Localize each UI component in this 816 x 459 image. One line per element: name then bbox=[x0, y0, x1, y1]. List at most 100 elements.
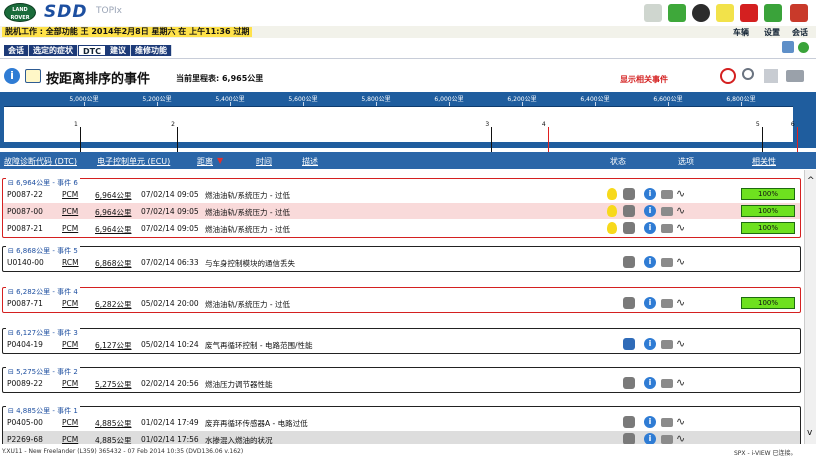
tab-dtc[interactable]: DTC bbox=[78, 45, 106, 56]
search-icon[interactable] bbox=[742, 68, 754, 80]
ecu-link[interactable]: PCM bbox=[62, 340, 78, 349]
distance-link[interactable]: 6,868公里 bbox=[95, 258, 131, 269]
help-tool-icon[interactable] bbox=[782, 41, 794, 53]
col-description[interactable]: 描述 bbox=[302, 156, 318, 167]
distance-link[interactable]: 6,282公里 bbox=[95, 299, 131, 310]
distance-link[interactable]: 6,127公里 bbox=[95, 340, 131, 351]
dtc-description: 与车身控制模块的通信丢失 bbox=[205, 259, 295, 268]
notes-icon[interactable] bbox=[716, 4, 734, 22]
stethoscope-icon[interactable]: ∿ bbox=[676, 337, 685, 350]
info-icon[interactable]: i bbox=[644, 205, 656, 217]
tab-repair-functions[interactable]: 维修功能 bbox=[131, 45, 172, 56]
dtc-description: 燃油油轨/系统压力 - 过低 bbox=[205, 208, 291, 217]
camera-icon[interactable] bbox=[661, 340, 673, 349]
timeline-event-marker[interactable] bbox=[177, 127, 179, 155]
filter-off-icon[interactable] bbox=[720, 68, 736, 84]
dtc-table-header: 故障诊断代码 (DTC) 电子控制单元 (ECU) 距离 ▼ 时间 描述 状态 … bbox=[0, 152, 816, 169]
dtc-row[interactable]: P2269-68 PCM 4,885公里 01/02/14 17:56 水掺混入燃油的状… bbox=[3, 431, 800, 444]
distance-link[interactable]: 6,964公里 bbox=[95, 224, 131, 235]
distance-link[interactable]: 4,885公里 bbox=[95, 418, 131, 429]
tool-icon[interactable] bbox=[668, 4, 686, 22]
info-icon[interactable]: i bbox=[4, 68, 20, 84]
dtc-description: 废气再循环控制 - 电路范围/性能 bbox=[205, 341, 313, 350]
vehicle-interface-icon[interactable] bbox=[692, 4, 710, 22]
timeline-event-marker[interactable] bbox=[80, 127, 81, 155]
info-icon[interactable]: i bbox=[644, 433, 656, 444]
camera-icon[interactable] bbox=[661, 379, 673, 388]
stethoscope-icon[interactable]: ∿ bbox=[676, 296, 685, 309]
menu-settings[interactable]: 设置 bbox=[764, 27, 780, 38]
col-time[interactable]: 时间 bbox=[256, 156, 272, 167]
camera-icon[interactable] bbox=[661, 207, 673, 216]
list-icon[interactable] bbox=[764, 69, 778, 83]
info-icon[interactable]: i bbox=[644, 377, 656, 389]
tab-recommendations[interactable]: 建议 bbox=[106, 45, 131, 56]
distance-link[interactable]: 6,964公里 bbox=[95, 207, 131, 218]
dtc-row[interactable]: P0087-21 PCM 6,964公里 07/02/14 09:05 燃油油轨/系统压… bbox=[3, 220, 800, 236]
exit-icon[interactable] bbox=[790, 4, 808, 22]
camera-icon[interactable] bbox=[661, 190, 673, 199]
info-icon[interactable]: i bbox=[644, 338, 656, 350]
timeline-tick bbox=[376, 102, 377, 106]
show-related-events-link[interactable]: 显示相关事件 bbox=[620, 74, 668, 85]
info-icon[interactable]: i bbox=[644, 256, 656, 268]
ecu-link[interactable]: PCM bbox=[62, 190, 78, 199]
scroll-up-icon[interactable]: ^ bbox=[807, 176, 815, 186]
vehicle-info: Y.XU11 - New Freelander (L359) 365432 - … bbox=[2, 448, 244, 455]
info-icon[interactable]: i bbox=[644, 188, 656, 200]
go-icon[interactable] bbox=[798, 42, 809, 53]
tab-session[interactable]: 会话 bbox=[4, 45, 29, 56]
car-diagnostic-icon[interactable] bbox=[644, 4, 662, 22]
ecu-link[interactable]: PCM bbox=[62, 207, 78, 216]
timeline-event-marker[interactable] bbox=[761, 127, 763, 155]
dtc-row[interactable]: P0404-19 PCM 6,127公里 05/02/14 10:24 废气再循环控制 … bbox=[3, 336, 800, 352]
camera-icon[interactable] bbox=[661, 224, 673, 233]
stethoscope-icon[interactable]: ∿ bbox=[676, 204, 685, 217]
print-icon[interactable] bbox=[786, 70, 804, 82]
refresh-icon[interactable] bbox=[764, 4, 782, 22]
ecu-link[interactable]: PCM bbox=[62, 299, 78, 308]
stethoscope-icon[interactable]: ∿ bbox=[676, 432, 685, 444]
camera-icon[interactable] bbox=[661, 299, 673, 308]
distance-link[interactable]: 5,275公里 bbox=[95, 379, 131, 390]
info-icon[interactable]: i bbox=[644, 416, 656, 428]
dtc-row[interactable]: U0140-00 RCM 6,868公里 07/02/14 06:33 与车身控制模块的… bbox=[3, 254, 800, 270]
timeline-event-marker[interactable] bbox=[796, 127, 798, 155]
stethoscope-icon[interactable]: ∿ bbox=[676, 221, 685, 234]
col-distance[interactable]: 距离 bbox=[197, 156, 213, 167]
ecu-link[interactable]: PCM bbox=[62, 379, 78, 388]
dtc-row[interactable]: P0087-71 PCM 6,282公里 05/02/14 20:00 燃油油轨/系统压… bbox=[3, 295, 800, 311]
col-relevance[interactable]: 相关性 bbox=[752, 156, 776, 167]
ecu-link[interactable]: RCM bbox=[62, 258, 79, 267]
ecu-link[interactable]: PCM bbox=[62, 418, 78, 427]
timeline-event-marker[interactable] bbox=[547, 127, 549, 155]
info-icon[interactable]: i bbox=[644, 297, 656, 309]
stethoscope-icon[interactable]: ∿ bbox=[676, 415, 685, 428]
dtc-row[interactable]: P0087-22 PCM 6,964公里 07/02/14 09:05 燃油油轨/系统压… bbox=[3, 186, 800, 202]
distance-link[interactable]: 4,885公里 bbox=[95, 435, 131, 444]
scrollbar[interactable]: ^ v bbox=[804, 170, 816, 444]
dtc-row[interactable]: P0089-22 PCM 5,275公里 02/02/14 20:56 燃油压力调节器性… bbox=[3, 375, 800, 391]
warning-flag-icon[interactable] bbox=[740, 4, 758, 22]
timeline-event-marker[interactable] bbox=[491, 127, 493, 155]
menu-vehicle[interactable]: 车辆 bbox=[733, 27, 749, 38]
menu-session[interactable]: 会话 bbox=[792, 27, 808, 38]
camera-icon[interactable] bbox=[661, 258, 673, 267]
app-name: SDD bbox=[44, 2, 88, 22]
stethoscope-icon[interactable]: ∿ bbox=[676, 376, 685, 389]
distance-link[interactable]: 6,964公里 bbox=[95, 190, 131, 201]
tab-symptoms[interactable]: 选定的症状 bbox=[29, 45, 78, 56]
scroll-down-icon[interactable]: v bbox=[807, 428, 812, 438]
camera-icon[interactable] bbox=[661, 418, 673, 427]
stethoscope-icon[interactable]: ∿ bbox=[676, 187, 685, 200]
lightbulb-icon bbox=[607, 222, 617, 234]
stethoscope-icon[interactable]: ∿ bbox=[676, 255, 685, 268]
info-icon[interactable]: i bbox=[644, 222, 656, 234]
ecu-link[interactable]: PCM bbox=[62, 224, 78, 233]
col-dtc[interactable]: 故障诊断代码 (DTC) bbox=[4, 156, 77, 167]
col-ecu[interactable]: 电子控制单元 (ECU) bbox=[97, 156, 170, 167]
camera-icon[interactable] bbox=[661, 435, 673, 444]
dtc-row[interactable]: P0087-00 PCM 6,964公里 07/02/14 09:05 燃油油轨/系统压… bbox=[3, 203, 800, 219]
ecu-link[interactable]: PCM bbox=[62, 435, 78, 444]
dtc-row[interactable]: P0405-00 PCM 4,885公里 01/02/14 17:49 废弃再循环传感器… bbox=[3, 414, 800, 430]
